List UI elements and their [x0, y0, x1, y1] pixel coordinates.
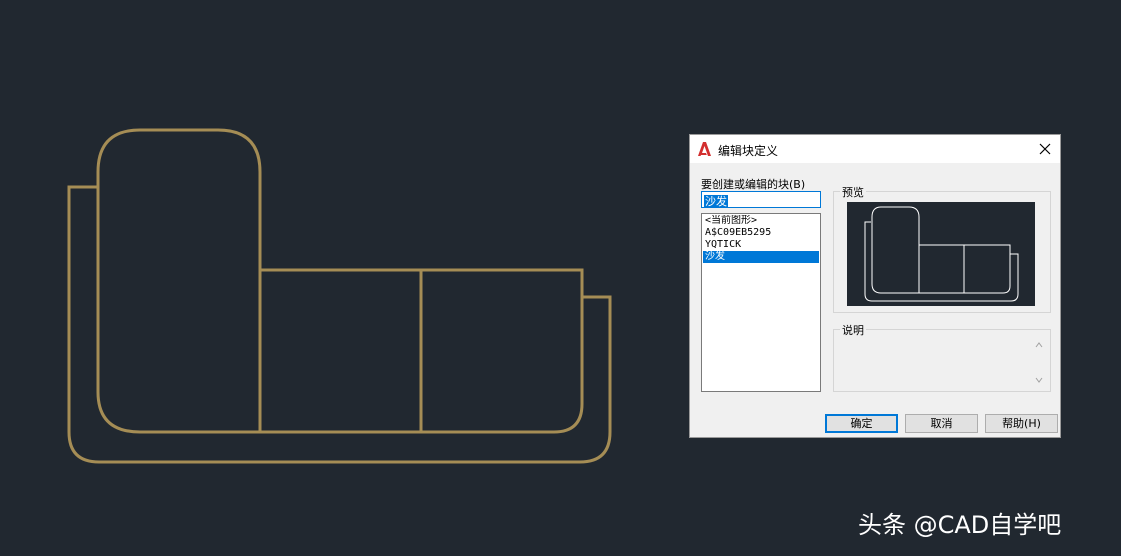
- chevron-down-icon: [1035, 377, 1043, 383]
- dialog-titlebar[interactable]: 编辑块定义: [690, 135, 1060, 163]
- scroll-up-button[interactable]: [1034, 340, 1044, 350]
- help-button[interactable]: 帮助(H): [985, 414, 1058, 433]
- preview-image: [847, 202, 1035, 306]
- block-name-value: 沙发: [704, 195, 728, 208]
- close-button[interactable]: [1034, 139, 1056, 159]
- block-list[interactable]: <当前图形> A$C09EB5295 YQTICK 沙发: [701, 213, 821, 392]
- chevron-up-icon: [1035, 342, 1043, 348]
- sofa-preview-drawing: [864, 206, 1019, 302]
- list-item[interactable]: <当前图形>: [703, 215, 819, 227]
- description-label: 说明: [840, 322, 866, 338]
- list-item[interactable]: YQTICK: [703, 239, 819, 251]
- edit-block-definition-dialog: 编辑块定义 要创建或编辑的块(B) 沙发 <当前图形> A$C09EB5295 …: [689, 134, 1061, 438]
- ok-button[interactable]: 确定: [825, 414, 898, 433]
- block-name-input[interactable]: 沙发: [701, 191, 821, 208]
- autocad-a-icon: [698, 142, 711, 156]
- sofa-backrest: [96, 128, 262, 434]
- preview-label: 预览: [840, 184, 866, 200]
- watermark-text: 头条 @CAD自学吧: [858, 511, 1062, 539]
- list-item[interactable]: A$C09EB5295: [703, 227, 819, 239]
- scroll-down-button[interactable]: [1034, 375, 1044, 385]
- close-icon: [1039, 143, 1051, 155]
- list-item-selected[interactable]: 沙发: [703, 251, 819, 263]
- sofa-base-outline: [67, 185, 612, 464]
- blocks-label: 要创建或编辑的块(B): [701, 178, 806, 191]
- cancel-button[interactable]: 取消: [905, 414, 978, 433]
- dialog-title: 编辑块定义: [718, 144, 779, 158]
- description-field[interactable]: [833, 329, 1051, 392]
- sofa-drawing: [67, 128, 612, 464]
